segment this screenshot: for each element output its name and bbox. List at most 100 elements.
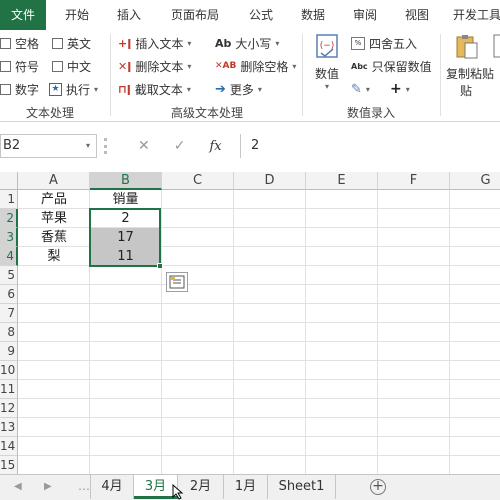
keep-values-icon: Abc xyxy=(351,61,368,71)
row-header-15[interactable]: 15 xyxy=(0,456,18,474)
gridline xyxy=(18,379,500,380)
delete-spaces-button[interactable]: ✕AB 删除空格 ▾ xyxy=(215,57,296,75)
numeric-label: 数值 xyxy=(314,67,339,81)
formula-bar-grip[interactable] xyxy=(104,138,107,154)
check-icon[interactable]: ✓ xyxy=(174,138,186,154)
sheet-scroll-left-icon[interactable]: ◀ xyxy=(14,481,22,492)
group-separator xyxy=(440,34,441,116)
column-header-g[interactable]: G xyxy=(450,172,500,190)
sheet-tab-jan[interactable]: 1月 xyxy=(224,475,268,499)
numeric-button[interactable]: (−) 数值 ▾ xyxy=(309,32,345,91)
gridline xyxy=(305,190,306,474)
case-button[interactable]: Ab 大小写 ▾ xyxy=(215,34,279,52)
cell-a2[interactable]: 苹果 xyxy=(19,209,89,228)
row-header-10[interactable]: 10 xyxy=(0,361,18,380)
next-ribbon-button[interactable] xyxy=(492,32,500,65)
row-header-4[interactable]: 4 xyxy=(0,247,18,266)
tab-home[interactable]: 开始 xyxy=(56,0,98,30)
cell-a1[interactable]: 产品 xyxy=(19,190,89,209)
sheet-tab-feb[interactable]: 2月 xyxy=(178,475,224,499)
column-header-f[interactable]: F xyxy=(378,172,450,190)
dropdown-caret-icon: ▾ xyxy=(365,84,370,94)
execute-label: 执行 xyxy=(66,82,91,97)
checkbox-label: 数字 xyxy=(15,82,40,97)
spreadsheet-grid[interactable]: A B C D E F G 1 2 3 4 5 6 7 8 9 10 11 12… xyxy=(0,172,500,474)
ribbon-tab-bar: 文件 开始 插入 页面布局 公式 数据 审阅 视图 开发工具 xyxy=(0,0,500,30)
group-separator xyxy=(302,34,303,116)
tab-data[interactable]: 数据 xyxy=(292,0,334,30)
checkbox-box xyxy=(52,60,63,72)
plus-button[interactable]: + ▾ xyxy=(390,80,410,98)
more-sheets-icon[interactable]: … xyxy=(78,479,90,493)
cancel-icon[interactable]: ✕ xyxy=(138,138,150,154)
tab-developer[interactable]: 开发工具 xyxy=(448,0,500,30)
insert-function-icon[interactable]: fx xyxy=(209,139,221,154)
round-button[interactable]: % 四舍五入 xyxy=(351,34,417,52)
document-icon xyxy=(493,34,500,58)
formula-input[interactable]: 2 xyxy=(240,134,500,158)
gridline xyxy=(18,398,500,399)
select-all-corner[interactable] xyxy=(0,172,18,190)
extract-text-label: 截取文本 xyxy=(134,82,183,97)
row-header-1[interactable]: 1 xyxy=(0,190,18,209)
column-header-b[interactable]: B xyxy=(90,172,162,190)
row-header-8[interactable]: 8 xyxy=(0,323,18,342)
checkbox-chinese[interactable]: 中文 xyxy=(52,57,91,75)
tab-insert[interactable]: 插入 xyxy=(108,0,150,30)
insert-text-icon: +ǀ xyxy=(118,36,132,50)
execute-button[interactable]: ★ 执行 ▾ xyxy=(49,80,98,98)
tab-review[interactable]: 审阅 xyxy=(344,0,386,30)
edit-button[interactable]: ✎ ▾ xyxy=(351,80,370,98)
row-header-13[interactable]: 13 xyxy=(0,418,18,437)
add-sheet-icon[interactable]: + xyxy=(370,479,386,495)
tab-file[interactable]: 文件 xyxy=(0,0,46,30)
more-button[interactable]: ➔ 更多 ▾ xyxy=(215,80,262,98)
row-header-3[interactable]: 3 xyxy=(0,228,18,247)
more-label: 更多 xyxy=(229,82,254,97)
insert-text-button[interactable]: +ǀ 插入文本 ▾ xyxy=(118,34,191,52)
dropdown-caret-icon[interactable]: ▾ xyxy=(86,135,90,157)
checkbox-number[interactable]: 数字 xyxy=(0,80,39,98)
row-header-2[interactable]: 2 xyxy=(0,209,18,228)
extract-text-button[interactable]: ⊓ǀ 截取文本 ▾ xyxy=(118,80,191,98)
sheet-tab-sheet1[interactable]: Sheet1 xyxy=(268,475,336,499)
fill-handle[interactable] xyxy=(157,263,163,269)
row-header-11[interactable]: 11 xyxy=(0,380,18,399)
keep-values-button[interactable]: Abc 只保留数值 xyxy=(351,57,432,75)
mouse-pointer-icon xyxy=(172,484,184,500)
column-header-c[interactable]: C xyxy=(162,172,234,190)
cell-b1[interactable]: 销量 xyxy=(90,190,161,209)
group-label-advanced-text: 高级文本处理 xyxy=(171,106,244,120)
name-box[interactable]: B2 ▾ xyxy=(0,134,97,158)
gridline xyxy=(233,190,234,474)
sheet-tab-apr[interactable]: 4月 xyxy=(90,475,134,499)
checkbox-box xyxy=(0,83,11,95)
gridline xyxy=(449,190,450,474)
column-header-d[interactable]: D xyxy=(234,172,306,190)
row-header-6[interactable]: 6 xyxy=(0,285,18,304)
sheet-scroll-right-icon[interactable]: ▶ xyxy=(44,481,52,492)
case-icon: Ab xyxy=(215,36,232,50)
row-header-7[interactable]: 7 xyxy=(0,304,18,323)
group-separator xyxy=(110,34,111,116)
copy-paste-button[interactable]: 复制粘贴 贴 xyxy=(446,32,494,99)
quick-analysis-button[interactable] xyxy=(166,272,188,292)
row-header-9[interactable]: 9 xyxy=(0,342,18,361)
delete-text-button[interactable]: ✕ǀ 删除文本 ▾ xyxy=(118,57,191,75)
row-header-12[interactable]: 12 xyxy=(0,399,18,418)
sheet-tab-bar: ◀ ▶ … 4月 3月 2月 1月 Sheet1 + xyxy=(0,474,500,500)
column-header-a[interactable]: A xyxy=(18,172,90,190)
tab-page-layout[interactable]: 页面布局 xyxy=(160,0,230,30)
checkbox-space[interactable]: 空格 xyxy=(0,34,39,52)
column-header-e[interactable]: E xyxy=(306,172,378,190)
checkbox-english[interactable]: 英文 xyxy=(52,34,91,52)
cell-a3[interactable]: 香蕉 xyxy=(19,228,89,247)
row-header-5[interactable]: 5 xyxy=(0,266,18,285)
row-header-14[interactable]: 14 xyxy=(0,437,18,456)
tab-formulas[interactable]: 公式 xyxy=(240,0,282,30)
gridline xyxy=(18,284,500,285)
cell-a4[interactable]: 梨 xyxy=(19,247,89,266)
round-label: 四舍五入 xyxy=(369,36,418,51)
tab-view[interactable]: 视图 xyxy=(396,0,438,30)
checkbox-symbol[interactable]: 符号 xyxy=(0,57,39,75)
